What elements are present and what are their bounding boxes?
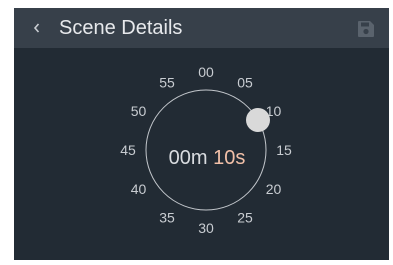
time-dial[interactable]: 000510152025303540455055: [14, 8, 389, 260]
seconds-value: 10s: [213, 147, 246, 169]
dial-tick-00: 00: [198, 64, 214, 80]
scene-details-panel: Scene Details 00 05 10 15 20 25 30 35 40 45 50 55 0…: [14, 8, 389, 260]
dial-tick-30: 30: [198, 220, 214, 236]
dial-handle[interactable]: [246, 108, 270, 132]
dial-tick-45: 45: [120, 142, 136, 158]
dial-tick-55: 55: [159, 75, 175, 91]
dial-tick-05: 05: [237, 75, 253, 91]
dial-tick-50: 50: [131, 103, 147, 119]
dial-tick-35: 35: [159, 210, 175, 226]
minutes-value: 00m: [168, 147, 208, 169]
dial-tick-40: 40: [131, 181, 147, 197]
time-readout: 00m 10s: [147, 145, 267, 171]
dial-tick-20: 20: [266, 181, 282, 197]
dial-tick-15: 15: [276, 142, 292, 158]
dial-tick-25: 25: [237, 210, 253, 226]
